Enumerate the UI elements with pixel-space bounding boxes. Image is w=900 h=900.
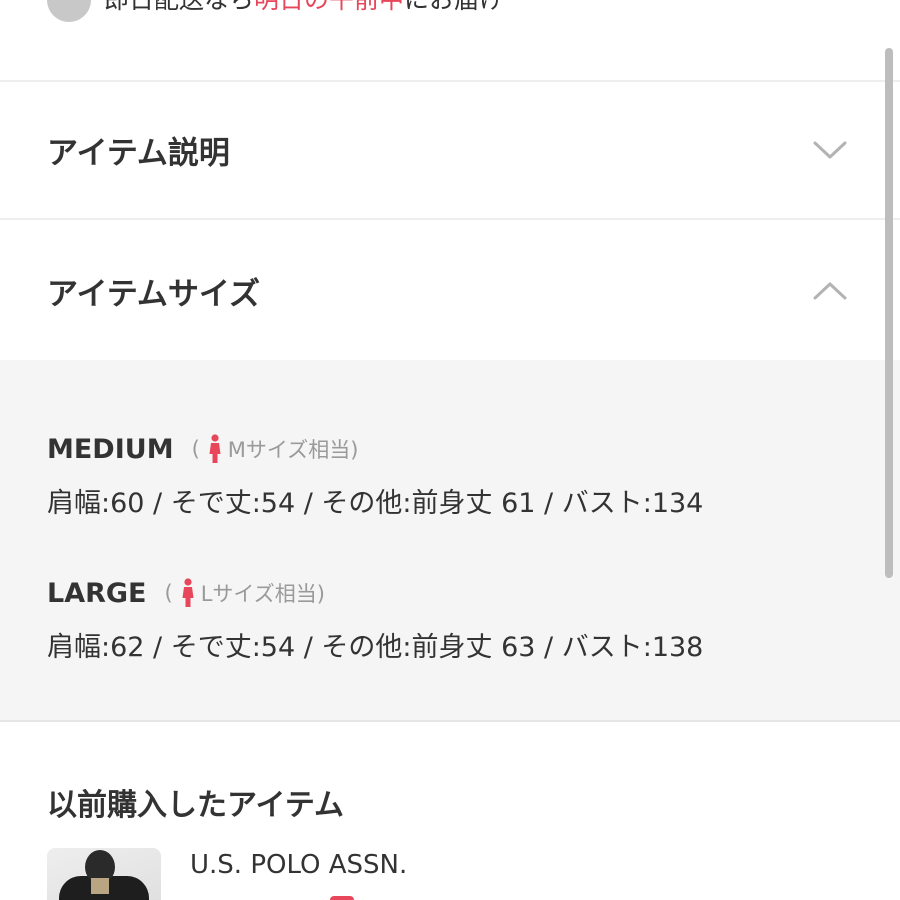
size-entry-medium: MEDIUM ( Mサイズ相当) 肩幅:60 / そで丈:54 / その他:前身…	[47, 432, 703, 520]
delivery-highlight: 明日の午前中	[254, 0, 404, 14]
person-icon	[208, 434, 222, 464]
delivery-info-bar: 即日配送なら明日の午前中にお届け	[0, 0, 900, 82]
price-accent-mark	[330, 896, 354, 900]
size-equivalent-label: Mサイズ相当)	[227, 438, 359, 462]
size-entry-large: LARGE ( Lサイズ相当) 肩幅:62 / そで丈:54 / その他:前身丈…	[47, 576, 703, 664]
size-equivalent: ( Mサイズ相当)	[191, 434, 359, 464]
size-name: MEDIUM	[47, 433, 174, 465]
product-thumbnail[interactable]	[47, 848, 161, 900]
delivery-truck-icon	[47, 0, 91, 22]
product-brand-link[interactable]: U.S. POLO ASSN.	[190, 850, 407, 880]
thumbnail-collar	[91, 878, 109, 894]
size-name: LARGE	[47, 577, 147, 609]
delivery-prefix: 即日配送なら	[104, 0, 254, 14]
item-description-title: アイテム説明	[47, 135, 230, 172]
paren-open: (	[191, 437, 200, 461]
vertical-scrollbar[interactable]	[885, 48, 893, 578]
chevron-down-icon[interactable]	[812, 132, 848, 168]
item-size-accordion[interactable]: アイテムサイズ	[0, 222, 900, 360]
item-description-accordion[interactable]: アイテム説明	[0, 82, 900, 220]
delivery-suffix: にお届け	[404, 0, 504, 14]
purchase-history-section: 以前購入したアイテム U.S. POLO ASSN.	[0, 722, 900, 900]
paren-open: (	[164, 581, 173, 605]
size-equivalent-label: Lサイズ相当)	[200, 582, 325, 606]
person-icon	[181, 578, 195, 608]
size-details-panel: MEDIUM ( Mサイズ相当) 肩幅:60 / そで丈:54 / その他:前身…	[0, 360, 900, 722]
delivery-message: 即日配送なら明日の午前中にお届け	[104, 0, 504, 14]
purchase-history-title: 以前購入したアイテム	[47, 788, 344, 823]
item-size-title: アイテムサイズ	[47, 276, 260, 313]
size-measurements: 肩幅:62 / そで丈:54 / その他:前身丈 63 / バスト:138	[47, 632, 704, 663]
size-measurements: 肩幅:60 / そで丈:54 / その他:前身丈 61 / バスト:134	[47, 488, 704, 519]
size-equivalent: ( Lサイズ相当)	[165, 578, 325, 608]
chevron-up-icon[interactable]	[812, 273, 848, 309]
